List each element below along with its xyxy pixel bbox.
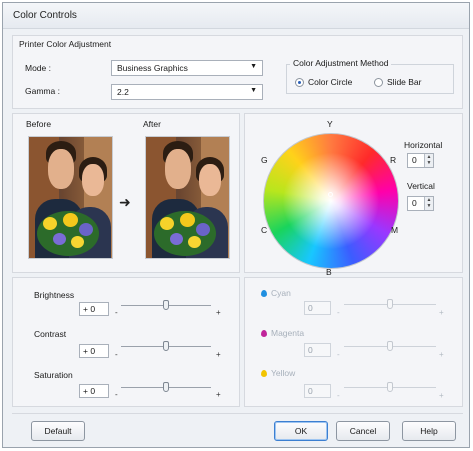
slide-bar-radio[interactable] <box>374 78 383 87</box>
wheel-label-blue: B <box>326 267 332 277</box>
saturation-plus: + <box>216 390 221 399</box>
spin-arrows-icon[interactable]: ▲ ▼ <box>424 154 433 167</box>
color-circle-radio[interactable] <box>295 78 304 87</box>
saturation-minus: - <box>115 390 118 399</box>
help-button[interactable]: Help <box>402 421 456 441</box>
yellow-slider-thumb <box>387 382 393 392</box>
after-preview-image <box>145 136 230 259</box>
wheel-label-green: G <box>261 155 268 165</box>
spin-arrows-icon[interactable]: ▲ ▼ <box>424 197 433 210</box>
cyan-minus: - <box>337 308 340 317</box>
cyan-slider-thumb <box>387 299 393 309</box>
cyan-input: 0 <box>304 301 331 315</box>
cyan-label: Cyan <box>271 288 291 298</box>
gamma-select[interactable]: 2.2 ▼ <box>111 84 263 100</box>
mode-label: Mode : <box>25 63 51 73</box>
horizontal-label: Horizontal <box>404 140 443 150</box>
contrast-slider-thumb[interactable] <box>163 341 169 351</box>
vertical-label: Vertical <box>407 181 435 191</box>
chevron-down-icon: ▼ <box>250 63 257 70</box>
chevron-down-icon: ▼ <box>250 87 257 94</box>
magenta-plus: + <box>439 350 444 359</box>
contrast-label: Contrast <box>34 329 67 339</box>
saturation-input[interactable]: + 0 <box>79 384 109 398</box>
yellow-plus: + <box>439 391 444 400</box>
cancel-button[interactable]: Cancel <box>336 421 390 441</box>
adjustment-method-legend: Color Adjustment Method <box>290 58 392 68</box>
yellow-minus: - <box>337 391 340 400</box>
title-bar: Color Controls <box>3 3 469 29</box>
gamma-select-value: 2.2 <box>117 87 129 97</box>
default-button[interactable]: Default <box>31 421 85 441</box>
saturation-slider-thumb[interactable] <box>163 382 169 392</box>
vertical-spinbox[interactable]: 0 ▲ ▼ <box>407 196 434 211</box>
color-circle-wheel[interactable] <box>263 133 399 269</box>
brightness-input[interactable]: + 0 <box>79 302 109 316</box>
bottom-divider <box>12 413 463 414</box>
window-title: Color Controls <box>13 10 77 21</box>
ok-button[interactable]: OK <box>274 421 328 441</box>
magenta-drop-icon <box>261 330 267 337</box>
brightness-plus: + <box>216 308 221 317</box>
printer-adjustment-label: Printer Color Adjustment <box>19 39 112 49</box>
contrast-input[interactable]: + 0 <box>79 344 109 358</box>
color-controls-dialog: Color Controls Printer Color Adjustment … <box>2 2 470 448</box>
brightness-slider-thumb[interactable] <box>163 300 169 310</box>
saturation-label: Saturation <box>34 370 73 380</box>
brightness-label: Brightness <box>34 290 75 300</box>
contrast-plus: + <box>216 350 221 359</box>
wheel-label-yellow: Y <box>327 119 333 129</box>
yellow-drop-icon <box>261 370 267 377</box>
magenta-minus: - <box>337 350 340 359</box>
before-label: Before <box>26 119 52 129</box>
wheel-label-red: R <box>390 155 397 165</box>
mode-select[interactable]: Business Graphics ▼ <box>111 60 263 76</box>
yellow-input: 0 <box>304 384 331 398</box>
contrast-minus: - <box>115 350 118 359</box>
before-preview-image <box>28 136 113 259</box>
after-label: After <box>143 119 161 129</box>
magenta-slider-thumb <box>387 341 393 351</box>
magenta-input: 0 <box>304 343 331 357</box>
cyan-plus: + <box>439 308 444 317</box>
yellow-label: Yellow <box>271 368 296 378</box>
wheel-label-magenta: M <box>391 225 399 235</box>
mode-select-value: Business Graphics <box>117 63 188 73</box>
color-circle-radio-label[interactable]: Color Circle <box>308 77 352 87</box>
preview-panel: Before After ➜ <box>12 113 240 273</box>
gamma-label: Gamma : <box>25 86 60 96</box>
horizontal-spinbox[interactable]: 0 ▲ ▼ <box>407 153 434 168</box>
brightness-minus: - <box>115 308 118 317</box>
magenta-label: Magenta <box>271 328 305 338</box>
slide-bar-radio-label[interactable]: Slide Bar <box>387 77 422 87</box>
horizontal-value: 0 <box>412 155 417 165</box>
vertical-value: 0 <box>412 198 417 208</box>
color-circle-pointer[interactable] <box>328 192 333 197</box>
cyan-drop-icon <box>261 290 267 297</box>
printer-adjustment-panel: Printer Color Adjustment Mode : Business… <box>12 35 463 109</box>
wheel-label-cyan: C <box>261 225 268 235</box>
arrow-right-icon: ➜ <box>119 194 131 210</box>
